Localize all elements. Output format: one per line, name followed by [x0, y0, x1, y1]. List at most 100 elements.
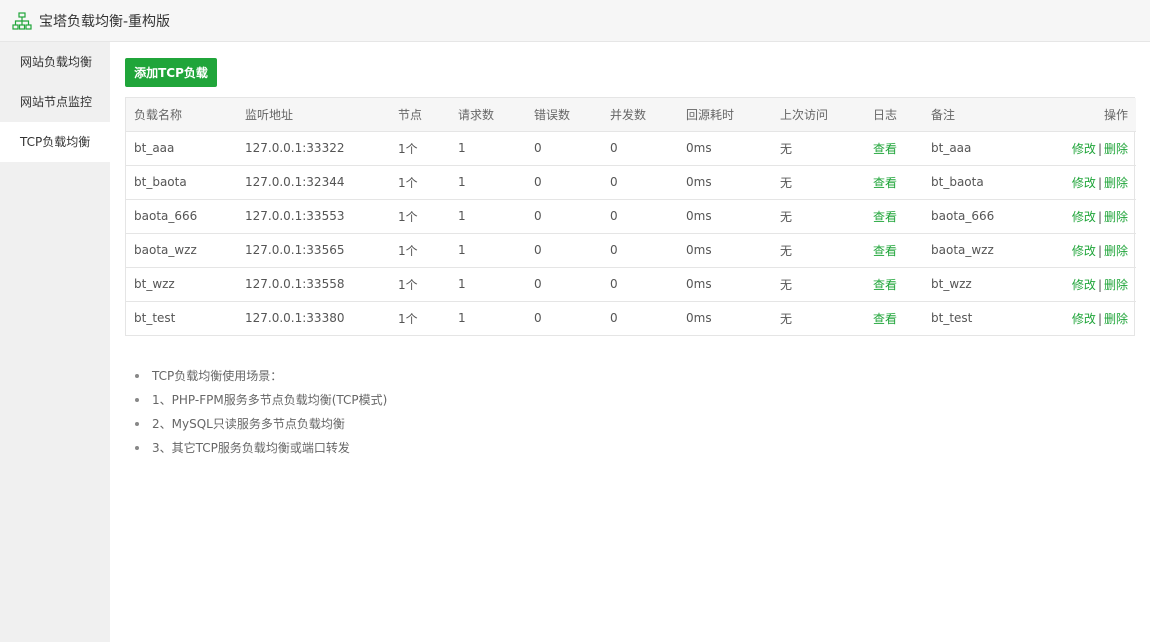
view-log-link[interactable]: 查看: [873, 210, 897, 224]
cell-requests: 1: [450, 131, 526, 166]
sidebar-item-web-load-balance[interactable]: 网站负载均衡: [0, 42, 110, 82]
note-text: 3、其它TCP服务负载均衡或端口转发: [152, 441, 350, 455]
cell-log: 查看: [865, 267, 923, 302]
view-log-link[interactable]: 查看: [873, 176, 897, 190]
cell-ops: 修改 | 删除: [1026, 131, 1136, 166]
cell-note: bt_wzz: [923, 267, 1026, 302]
cell-concurrent: 0: [602, 267, 678, 302]
cell-concurrent: 0: [602, 199, 678, 234]
cell-errors: 0: [526, 131, 602, 166]
note-text: TCP负载均衡使用场景：: [152, 369, 283, 383]
ops-separator: |: [1097, 175, 1102, 190]
edit-link[interactable]: 修改: [1072, 312, 1096, 326]
header-last-access: 上次访问: [772, 98, 865, 132]
delete-link[interactable]: 删除: [1104, 312, 1128, 326]
view-log-link[interactable]: 查看: [873, 142, 897, 156]
list-item: 1、PHP-FPM服务多节点负载均衡(TCP模式): [135, 388, 387, 412]
cell-nodes: 1个: [390, 131, 450, 166]
bullet-dot-icon: [135, 422, 139, 426]
sidebar-item-tcp-load-balance[interactable]: TCP负载均衡: [0, 122, 110, 162]
cell-errors: 0: [526, 199, 602, 234]
add-tcp-load-button[interactable]: 添加TCP负载: [125, 58, 217, 87]
cell-log: 查看: [865, 165, 923, 200]
ops-separator: |: [1097, 141, 1102, 156]
edit-link[interactable]: 修改: [1072, 176, 1096, 190]
table-row: bt_aaa 127.0.0.1:33322 1个 1 0 0 0ms 无 查看…: [126, 131, 1136, 166]
ops-separator: |: [1097, 311, 1102, 326]
cell-ops: 修改 | 删除: [1026, 267, 1136, 302]
delete-link[interactable]: 删除: [1104, 176, 1128, 190]
cell-ops: 修改 | 删除: [1026, 301, 1136, 335]
cell-log: 查看: [865, 301, 923, 335]
cell-nodes: 1个: [398, 311, 418, 326]
cell-name: baota_666: [126, 199, 237, 234]
cell-requests: 1: [450, 233, 526, 268]
list-item: 3、其它TCP服务负载均衡或端口转发: [135, 436, 387, 460]
cell-nodes: 1个: [390, 233, 450, 268]
table-row: bt_test 127.0.0.1:33380 1个 1 0 0 0ms 无 查…: [126, 301, 1136, 335]
bullet-dot-icon: [135, 398, 139, 402]
cell-concurrent: 0: [602, 131, 678, 166]
cell-requests: 1: [450, 165, 526, 200]
main-content: 添加TCP负载 负载名称 监听地址 节点 请求数 错误数 并发数 回源耗时 上次…: [110, 42, 1150, 642]
cell-last-access: 无: [780, 311, 793, 326]
cell-latency: 0ms: [678, 267, 772, 302]
cell-nodes: 1个: [390, 267, 450, 302]
delete-link[interactable]: 删除: [1104, 278, 1128, 292]
cell-ops: 修改 | 删除: [1026, 233, 1136, 268]
cell-errors: 0: [534, 311, 542, 326]
view-log-link[interactable]: 查看: [873, 244, 897, 258]
header-log: 日志: [865, 98, 923, 132]
delete-link[interactable]: 删除: [1104, 210, 1128, 224]
ops-separator: |: [1097, 243, 1102, 258]
edit-link[interactable]: 修改: [1072, 244, 1096, 258]
note-text: 1、PHP-FPM服务多节点负载均衡(TCP模式): [152, 393, 388, 407]
view-log-link[interactable]: 查看: [873, 278, 897, 292]
cell-note: baota_wzz: [923, 233, 1026, 268]
cell-concurrent: 0: [602, 233, 678, 268]
note-text: 2、MySQL只读服务多节点负载均衡: [152, 417, 345, 431]
cell-last-access: 无: [772, 199, 865, 234]
title-bar: 宝塔负载均衡-重构版: [0, 0, 1150, 42]
header-requests: 请求数: [450, 98, 526, 132]
header-concurrent: 并发数: [602, 98, 678, 132]
cell-note: bt_test: [931, 311, 973, 326]
cell-latency: 0ms: [686, 311, 712, 326]
header-name: 负载名称: [126, 98, 237, 132]
cell-last-access: 无: [772, 131, 865, 166]
cell-log: 查看: [865, 199, 923, 234]
edit-link[interactable]: 修改: [1072, 278, 1096, 292]
delete-link[interactable]: 删除: [1104, 244, 1128, 258]
cell-name: baota_wzz: [126, 233, 237, 268]
table-header-row: 负载名称 监听地址 节点 请求数 错误数 并发数 回源耗时 上次访问 日志 备注…: [126, 98, 1136, 132]
list-item: 2、MySQL只读服务多节点负载均衡: [135, 412, 387, 436]
cell-note: bt_baota: [923, 165, 1026, 200]
sidebar-item-web-node-monitor[interactable]: 网站节点监控: [0, 82, 110, 122]
cell-ops: 修改 | 删除: [1026, 199, 1136, 234]
table-row: bt_baota 127.0.0.1:32344 1个 1 0 0 0ms 无 …: [126, 165, 1136, 200]
cell-name: bt_aaa: [126, 131, 237, 166]
header-errors: 错误数: [526, 98, 602, 132]
cell-addr: 127.0.0.1:33553: [237, 199, 390, 234]
cell-latency: 0ms: [678, 165, 772, 200]
cell-requests: 1: [450, 199, 526, 234]
network-nodes-icon: [12, 11, 32, 30]
edit-link[interactable]: 修改: [1072, 142, 1096, 156]
header-latency: 回源耗时: [678, 98, 772, 132]
cell-nodes: 1个: [390, 165, 450, 200]
table-row: bt_wzz 127.0.0.1:33558 1个 1 0 0 0ms 无 查看…: [126, 267, 1136, 302]
header-nodes: 节点: [390, 98, 450, 132]
view-log-link[interactable]: 查看: [873, 312, 897, 326]
delete-link[interactable]: 删除: [1104, 142, 1128, 156]
edit-link[interactable]: 修改: [1072, 210, 1096, 224]
cell-latency: 0ms: [678, 131, 772, 166]
cell-errors: 0: [526, 165, 602, 200]
cell-last-access: 无: [772, 233, 865, 268]
cell-name: bt_baota: [126, 165, 237, 200]
cell-latency: 0ms: [678, 233, 772, 268]
cell-last-access: 无: [772, 267, 865, 302]
cell-name: bt_test: [134, 311, 176, 326]
cell-ops: 修改 | 删除: [1026, 165, 1136, 200]
tcp-load-table: 负载名称 监听地址 节点 请求数 错误数 并发数 回源耗时 上次访问 日志 备注…: [125, 97, 1136, 336]
bullet-dot-icon: [135, 446, 139, 450]
